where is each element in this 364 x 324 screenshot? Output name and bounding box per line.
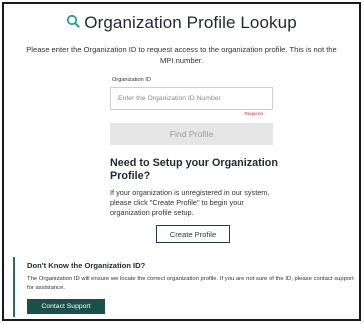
contact-support-button[interactable]: Contact Support [27,299,105,314]
create-profile-button[interactable]: Create Profile [156,225,230,243]
help-text: The Organization ID will ensure we locat… [27,276,354,291]
page-title: Organization Profile Lookup [84,12,297,32]
page-header: Organization Profile Lookup [4,12,359,33]
lookup-dialog: Organization Profile Lookup Please enter… [2,2,361,321]
organization-id-label: Organization ID [112,77,151,83]
setup-text: If your organization is unregistered in … [110,188,270,217]
help-panel: Don't Know the Organization ID? The Orga… [13,257,358,317]
intro-text: Please enter the Organization ID to requ… [26,45,337,65]
find-profile-button[interactable]: Find Profile [110,123,273,145]
setup-heading: Need to Setup your Organization Profile? [110,157,278,182]
help-heading: Don't Know the Organization ID? [27,261,146,270]
organization-id-input[interactable] [110,87,273,110]
required-note: Required [244,111,263,116]
search-icon [66,12,80,33]
